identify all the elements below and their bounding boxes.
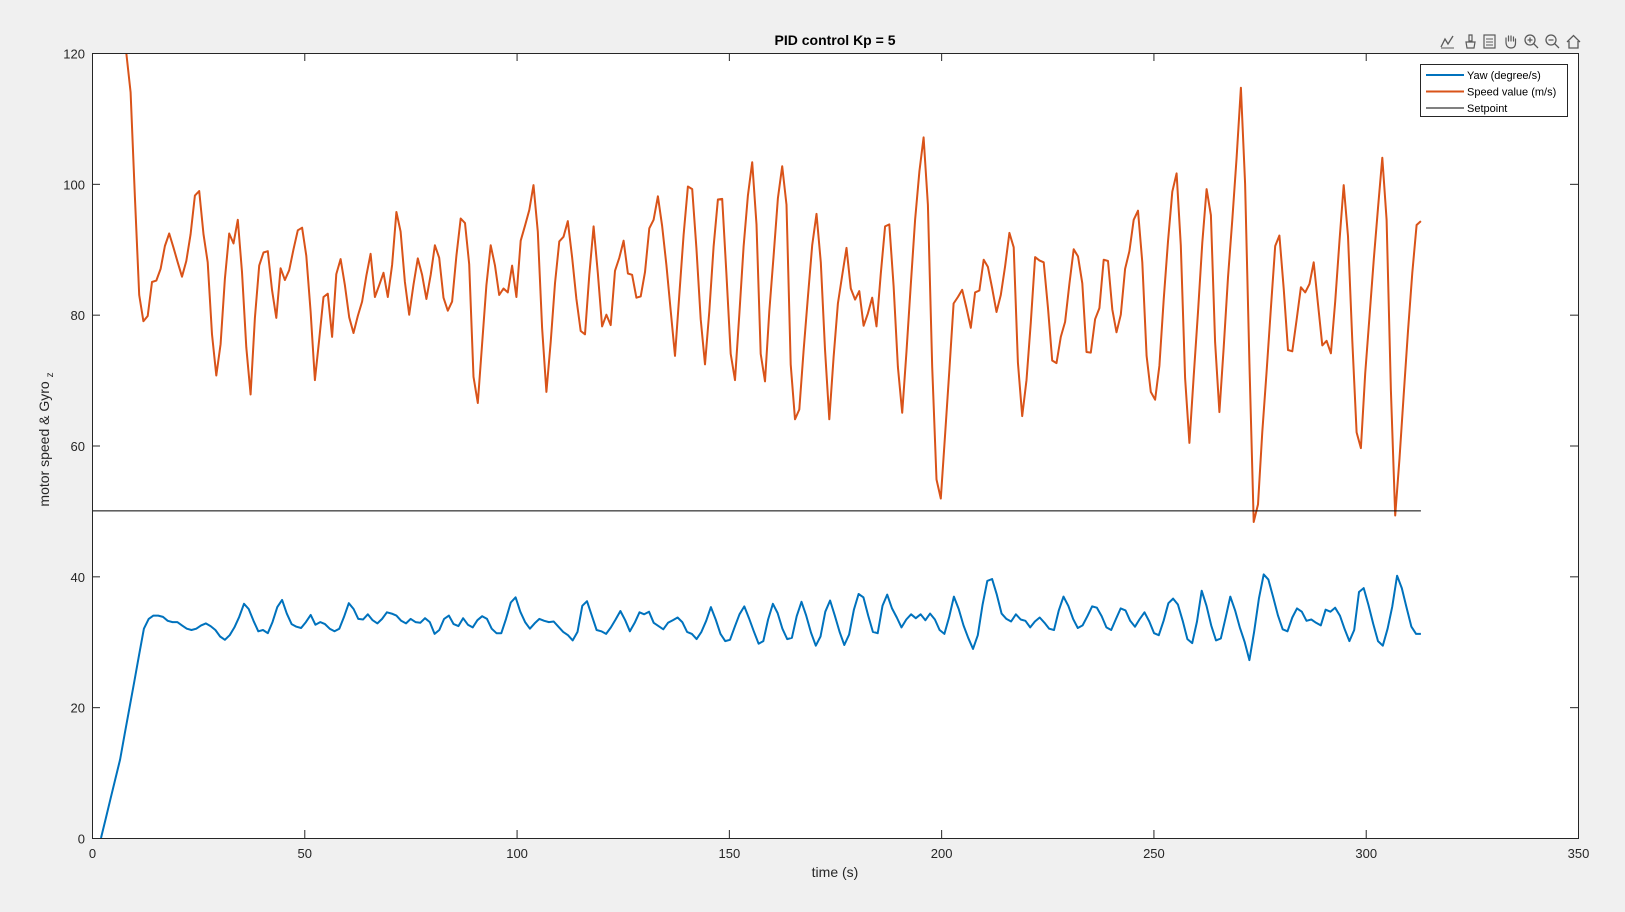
legend-label: Speed value (m/s) xyxy=(1467,87,1556,99)
x-tick-label: 0 xyxy=(89,846,96,861)
legend-box-icon[interactable] xyxy=(1480,31,1499,51)
figure-canvas: 0 50 100 150 200 250 300 350 0 20 40 60 80 100 120 PID… xyxy=(36,32,1590,880)
y-tick-label: 100 xyxy=(63,177,85,192)
x-tick-label: 100 xyxy=(506,846,528,861)
x-tick-label: 200 xyxy=(931,846,953,861)
y-axis-label: motor speed & Gyro z xyxy=(36,372,56,506)
data-tips-icon[interactable] xyxy=(1438,31,1457,51)
legend-label: Setpoint xyxy=(1467,103,1507,115)
pan-hand-icon[interactable] xyxy=(1501,31,1520,51)
x-axis-label: time (s) xyxy=(812,864,859,880)
legend[interactable]: Yaw (degree/s) Speed value (m/s) Setpoint xyxy=(1420,64,1568,117)
y-tick-label: 120 xyxy=(63,47,85,62)
y-tick-label: 80 xyxy=(71,308,85,323)
y-tick-label: 60 xyxy=(71,439,85,454)
brush-icon[interactable] xyxy=(1459,31,1478,51)
y-tick-label: 20 xyxy=(71,701,85,716)
axes-area[interactable] xyxy=(92,53,1578,838)
y-tick-label: 0 xyxy=(78,832,85,847)
x-tick-label: 350 xyxy=(1568,846,1590,861)
axes-toolbar xyxy=(1438,31,1583,51)
zoom-out-icon[interactable] xyxy=(1543,31,1562,51)
y-axis-label-subscript: z xyxy=(45,372,56,377)
home-icon[interactable] xyxy=(1564,31,1583,51)
x-tick-label: 50 xyxy=(298,846,312,861)
x-tick-label: 300 xyxy=(1355,846,1377,861)
chart-title: PID control Kp = 5 xyxy=(775,32,896,48)
x-tick-label: 250 xyxy=(1143,846,1165,861)
y-tick-label: 40 xyxy=(71,570,85,585)
y-axis-label-main: motor speed & Gyro xyxy=(36,381,52,506)
legend-label: Yaw (degree/s) xyxy=(1467,70,1541,82)
zoom-in-icon[interactable] xyxy=(1522,31,1541,51)
x-tick-label: 150 xyxy=(719,846,741,861)
